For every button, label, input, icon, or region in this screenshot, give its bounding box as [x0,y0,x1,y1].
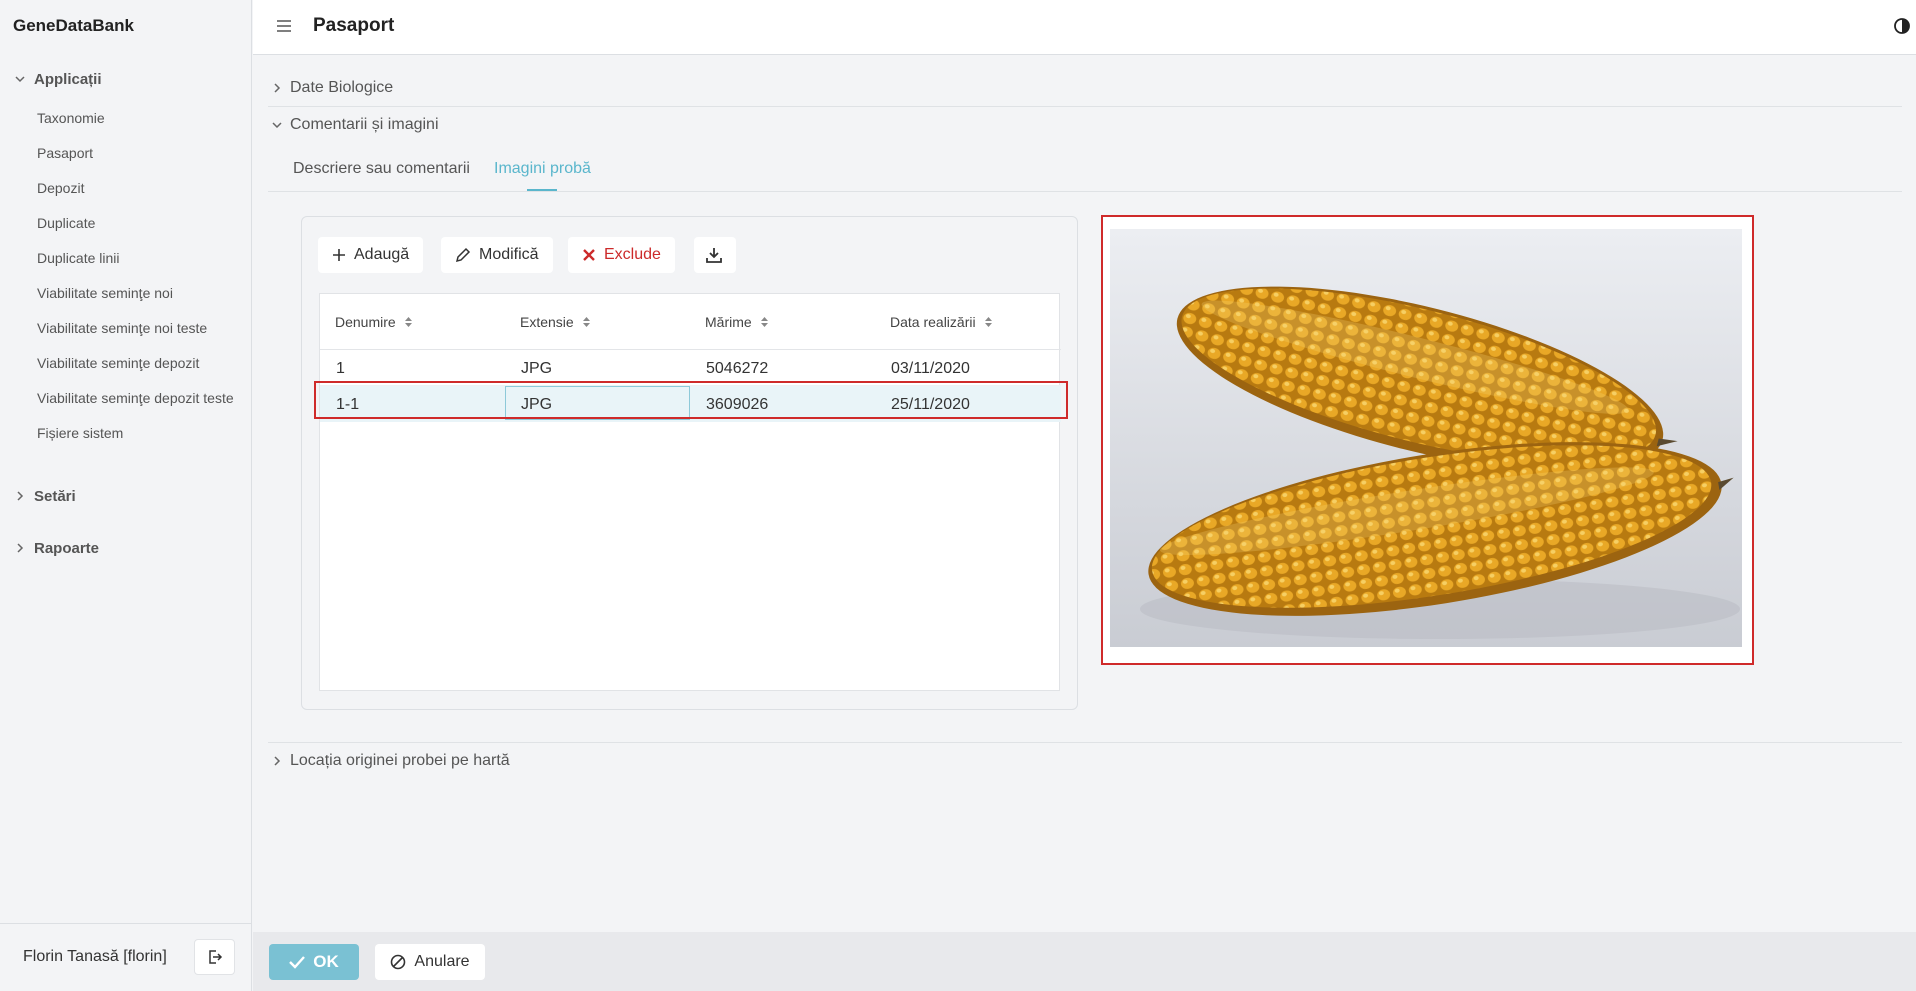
edit-button-label: Modifică [479,246,539,263]
nav-group-label: Rapoarte [34,539,100,557]
corn-image [1110,229,1742,647]
table-header: Denumire Extensie Mărime Data realizării [320,294,1061,350]
cell-marime: 5046272 [706,360,769,377]
logout-button[interactable] [194,939,235,975]
nav-group-label: Applicații [34,70,102,88]
column-header-data-realizarii[interactable]: Data realizării [890,314,992,330]
nav-group-label: Setări [34,487,76,505]
cell-extensie: JPG [521,360,553,377]
divider [268,191,1902,192]
images-table: Denumire Extensie Mărime Data realizării… [319,293,1061,691]
cancel-button-label: Anulare [414,953,470,970]
chevron-right-icon [13,489,27,503]
chevron-right-icon [13,541,27,555]
images-panel: Adaugă Modifică Exclude Denumire Extensi… [301,216,1078,710]
tab-imagini-proba[interactable]: Imagini probă [494,160,591,178]
section-date-biologice[interactable]: Date Biologice [270,79,393,97]
page-title: Pasaport [313,15,395,36]
section-label: Locația originei probei pe hartă [290,752,510,769]
user-name: Florin Tanasă [florin] [23,948,167,965]
nav-group-settings-header[interactable]: Setări [0,485,252,507]
sidebar-item-depozit[interactable]: Depozit [37,180,84,196]
nav-group-applications[interactable]: Applicații [0,68,252,90]
cancel-button[interactable]: Anulare [375,944,485,980]
chevron-down-icon [13,72,27,86]
sidebar-item-viabilitate-noi[interactable]: Viabilitate seminţe noi [37,285,173,301]
close-icon [583,249,595,261]
add-button-label: Adaugă [354,246,410,263]
top-bar: Pasaport [253,0,1916,55]
column-header-label: Extensie [520,314,574,330]
sidebar-item-taxonomie[interactable]: Taxonomie [37,110,105,126]
form-footer: OK Anulare [253,932,1916,991]
column-header-label: Denumire [335,314,396,330]
hamburger-menu-icon[interactable] [275,17,293,35]
chevron-down-icon [270,118,284,132]
logout-icon [208,950,222,964]
plus-icon [333,249,345,261]
sort-icon [760,317,768,327]
ok-button[interactable]: OK [269,944,359,980]
download-icon [706,248,722,263]
nav-group-reports-header[interactable]: Rapoarte [0,537,252,559]
nav-group-applications-header[interactable]: Applicații [0,68,252,90]
nav-group-reports[interactable]: Rapoarte [0,537,252,559]
download-button[interactable] [694,237,736,273]
sidebar-item-viabilitate-depozit-teste[interactable]: Viabilitate seminţe depozit teste [37,390,234,406]
column-header-extensie[interactable]: Extensie [520,314,590,330]
divider [268,106,1902,107]
chevron-right-icon [270,754,284,768]
cell-denumire: 1 [336,360,345,377]
cell-data: 03/11/2020 [891,360,970,377]
column-header-label: Data realizării [890,314,976,330]
add-button[interactable]: Adaugă [318,237,424,273]
section-label: Date Biologice [290,79,394,96]
delete-button-label: Exclude [604,246,661,263]
delete-button[interactable]: Exclude [568,237,675,273]
divider [268,742,1902,743]
tab-descriere[interactable]: Descriere sau comentarii [293,160,470,178]
image-preview [1101,215,1754,665]
selected-row-highlight [314,381,1068,419]
sidebar-item-viabilitate-noi-teste[interactable]: Viabilitate seminţe noi teste [37,320,207,336]
ban-icon [391,954,406,970]
section-locatia-originei[interactable]: Locația originei probei pe hartă [270,752,510,770]
sidebar-item-fisiere-sistem[interactable]: Fișiere sistem [37,425,123,441]
section-label: Comentarii și imagini [290,116,439,133]
app-brand: GeneDataBank [13,16,134,35]
sidebar: GeneDataBank Applicații Taxonomie Pasapo… [0,0,252,991]
chevron-right-icon [270,81,284,95]
sidebar-footer: Florin Tanasă [florin] [0,923,252,991]
column-header-label: Mărime [705,314,752,330]
sidebar-item-viabilitate-depozit[interactable]: Viabilitate seminţe depozit [37,355,199,371]
theme-toggle-icon[interactable] [1892,16,1912,36]
sidebar-item-duplicate-linii[interactable]: Duplicate linii [37,250,119,266]
column-header-marime[interactable]: Mărime [705,314,768,330]
nav-group-settings[interactable]: Setări [0,485,252,507]
section-comentarii-imagini[interactable]: Comentarii și imagini [270,116,439,134]
sort-icon [582,317,590,327]
sort-icon [984,317,992,327]
edit-button[interactable]: Modifică [441,237,553,273]
sidebar-item-pasaport[interactable]: Pasaport [37,145,93,161]
sidebar-item-duplicate[interactable]: Duplicate [37,215,95,231]
pencil-icon [455,247,471,263]
sort-icon [404,317,412,327]
check-icon [289,956,306,969]
ok-button-label: OK [313,952,339,971]
column-header-denumire[interactable]: Denumire [335,314,412,330]
